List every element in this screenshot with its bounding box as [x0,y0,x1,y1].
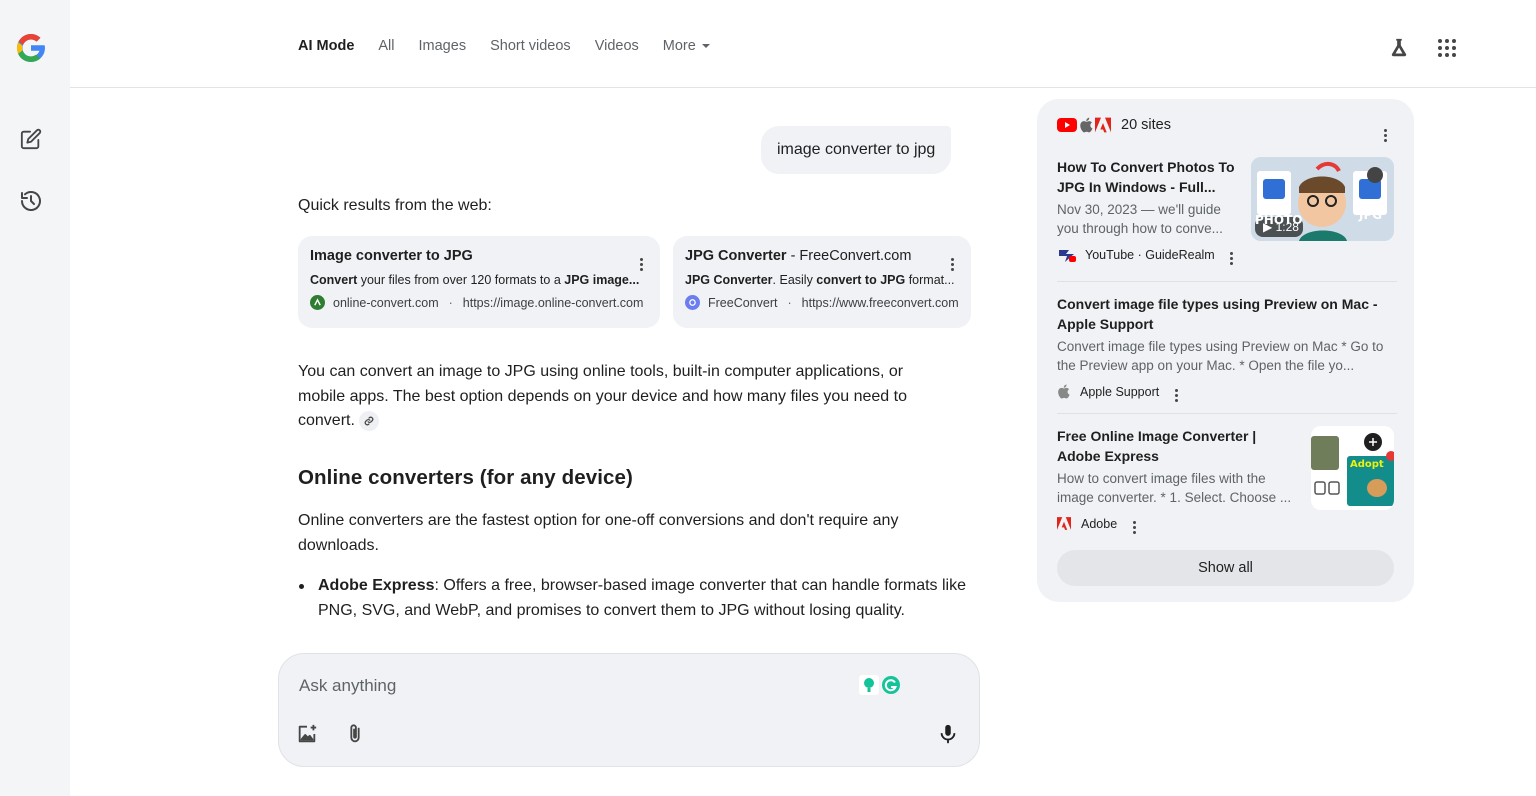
more-options-icon[interactable] [947,248,957,271]
google-logo-icon[interactable] [13,30,49,66]
tab-images[interactable]: Images [419,38,467,54]
adobe-favicon-icon [1095,117,1111,133]
guiderealm-favicon-icon [1057,247,1077,263]
thumb-label-right: JPG [1359,208,1383,222]
more-options-icon[interactable] [1171,381,1181,402]
sources-header[interactable]: 20 sites [1057,117,1171,133]
tab-more[interactable]: More [663,38,710,54]
top-navigation: AI Mode All Images Short videos Videos M… [70,0,1536,88]
source-snippet: Nov 30, 2023 — we'll guide you through h… [1057,202,1223,236]
add-image-icon[interactable] [294,721,320,747]
microphone-icon[interactable] [935,721,961,747]
show-all-button[interactable]: Show all [1057,550,1394,586]
source-snippet: How to convert image files with the imag… [1057,471,1292,505]
quick-result-site: FreeConvert [708,295,778,310]
quick-result-card[interactable]: JPG Converter - FreeConvert.com JPG Conv… [673,236,971,328]
more-options-icon[interactable] [1380,119,1390,142]
quick-result-source: FreeConvert · https://www.freeconvert.co… [685,295,959,310]
link-icon[interactable] [358,410,379,431]
user-query-bubble: image converter to jpg [761,126,952,174]
intro-paragraph: You can convert an image to JPG using on… [298,363,907,431]
source-name: Apple Support [1080,384,1160,399]
apps-grid-icon[interactable] [1435,36,1459,60]
quick-result-site: online-convert.com [333,295,439,310]
source-title[interactable]: Free Online Image Converter | Adobe Expr… [1057,426,1303,466]
source-item[interactable]: Convert image file types using Preview o… [1057,294,1397,402]
quick-result-title[interactable]: JPG Converter - FreeConvert.com [685,248,959,264]
source-title[interactable]: How To Convert Photos To JPG In Windows … [1057,157,1237,197]
history-icon[interactable] [18,188,44,214]
quick-result-card[interactable]: Image converter to JPG Convert your file… [298,236,660,328]
adobe-favicon-icon [1057,517,1071,530]
source-name: YouTube · GuideRealm [1085,247,1215,262]
apple-favicon-icon [1079,117,1093,133]
quick-result-url: https://www.freeconvert.com [801,295,959,310]
more-options-icon[interactable] [1129,513,1139,534]
source-name: Adobe [1081,516,1118,531]
labs-flask-icon[interactable] [1387,36,1411,60]
source-title[interactable]: Convert image file types using Preview o… [1057,294,1397,334]
apple-favicon-icon [1057,384,1070,399]
ask-box [278,653,980,767]
section-heading: Online converters (for any device) [298,466,633,489]
new-chat-icon[interactable] [18,126,44,152]
thumb-label: Adopt [1350,459,1384,470]
ask-input[interactable] [299,676,839,696]
tab-more-label: More [662,38,696,54]
quick-result-url: https://image.online-convert.com [462,295,644,310]
quick-result-source: online-convert.com · https://image.onlin… [310,295,648,310]
more-options-icon[interactable] [636,248,646,271]
adobe-thumbnail[interactable]: Adopt [1311,426,1394,510]
caret-down-icon [701,44,710,49]
tab-all[interactable]: All [378,38,394,54]
source-snippet: Convert image file types using Preview o… [1057,339,1384,373]
source-attribution: Adobe [1057,513,1303,534]
search-tabs: AI Mode All Images Short videos Videos M… [298,38,710,54]
tab-short-videos[interactable]: Short videos [490,38,571,54]
attach-paperclip-icon[interactable] [342,721,368,747]
left-sidebar [0,0,70,796]
tab-ai-mode[interactable]: AI Mode [298,38,354,54]
youtube-favicon-icon [1057,117,1077,133]
sources-panel: 20 sites How To Convert Photos To JPG In… [1037,99,1414,602]
source-item[interactable]: How To Convert Photos To JPG In Windows … [1057,157,1237,265]
quick-result-snippet: JPG Converter. Easily convert to JPG for… [685,273,955,287]
video-thumbnail[interactable]: PHOTO JPG ▶ 1:28 [1251,157,1394,241]
freeconvert-favicon-icon [685,295,700,310]
list-item: Adobe Express: Offers a free, browser-ba… [299,574,978,623]
more-options-icon[interactable] [1227,244,1237,265]
grammarly-extension-icon[interactable] [859,672,903,698]
source-item[interactable]: Free Online Image Converter | Adobe Expr… [1057,426,1303,534]
quick-result-title[interactable]: Image converter to JPG [310,248,648,264]
quick-results-heading: Quick results from the web: [298,197,492,214]
video-duration: ▶ 1:28 [1263,220,1299,234]
sources-count: 20 sites [1121,117,1171,133]
online-convert-favicon-icon [310,295,325,310]
quick-result-snippet: Convert your files from over 120 formats… [310,273,640,287]
tab-videos[interactable]: Videos [595,38,639,54]
section-paragraph: Online converters are the fastest option… [298,512,899,554]
source-attribution: Apple Support [1057,381,1397,402]
source-attribution: YouTube · GuideRealm [1057,244,1237,265]
